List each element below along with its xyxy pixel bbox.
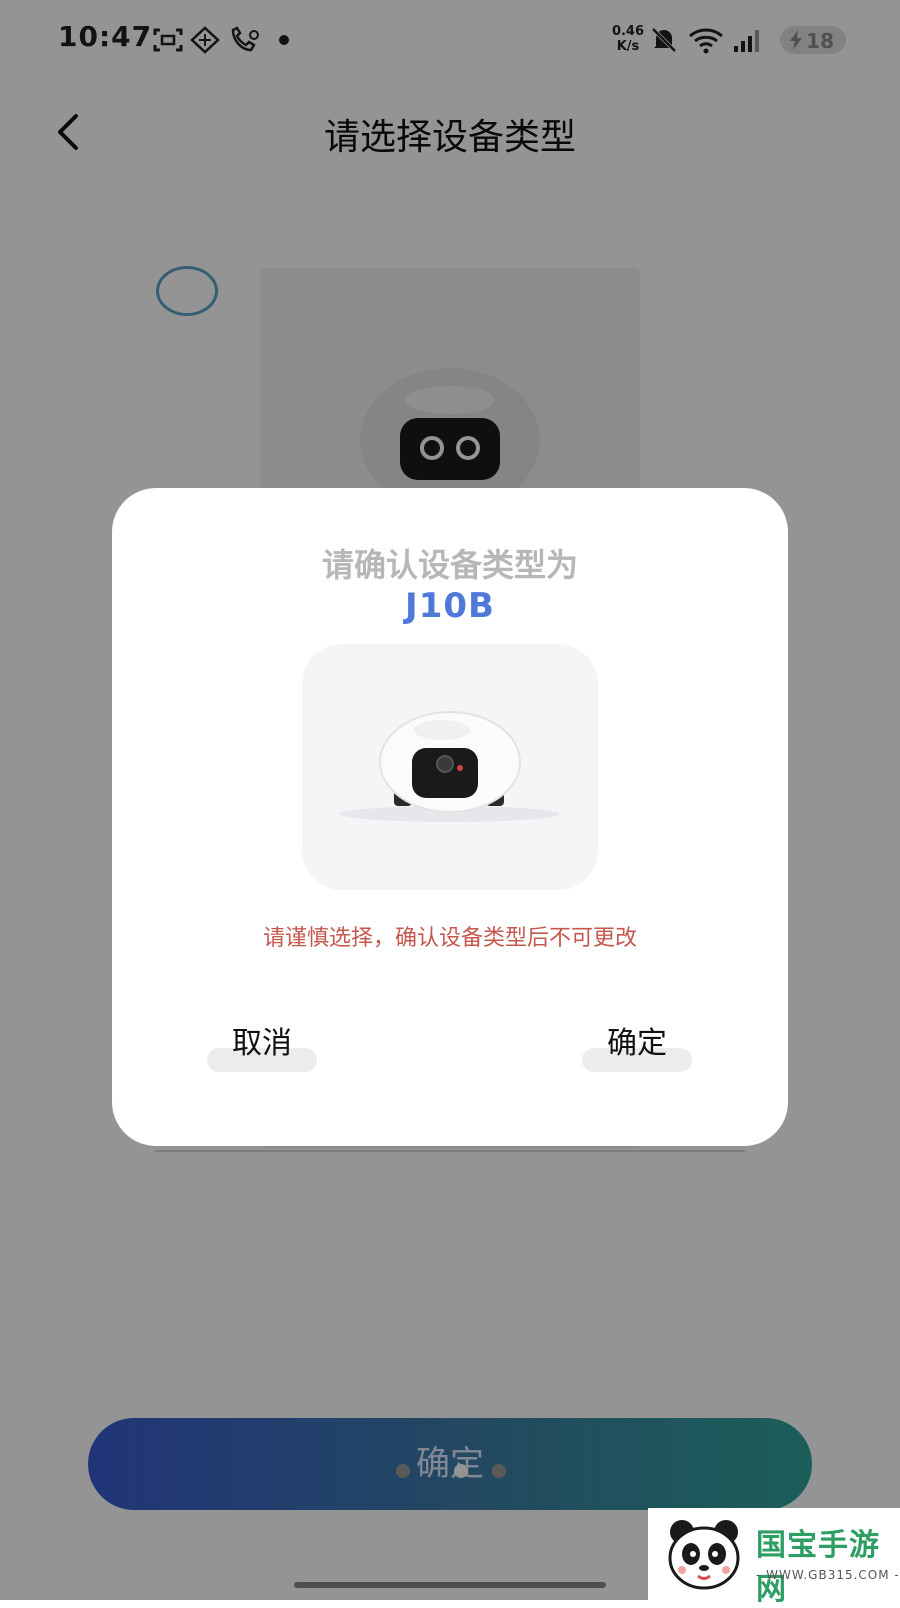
screen: 10:47 0.46 K/s 18 请选择设备类型 确定 请确认设备类型为 J1… xyxy=(0,0,900,1607)
dialog-title: 请确认设备类型为 xyxy=(321,546,578,584)
confirm-device-dialog: 请确认设备类型为 J10B 请谨慎选择，确认设备类型后不可更改 取消 确定 xyxy=(112,488,788,1146)
device-robot-image xyxy=(340,711,560,822)
watermark-url: - WWW.GB315.COM - xyxy=(756,1568,900,1582)
panda-logo-icon xyxy=(668,1520,740,1590)
cancel-label: 取消 xyxy=(232,1026,292,1061)
confirm-dialog-button[interactable]: 确定 xyxy=(582,1018,692,1074)
confirm-label: 确定 xyxy=(607,1026,667,1061)
cancel-button[interactable]: 取消 xyxy=(207,1018,317,1074)
device-model: J10B xyxy=(405,586,495,626)
warning-text: 请谨慎选择，确认设备类型后不可更改 xyxy=(262,926,637,951)
device-preview xyxy=(302,644,598,890)
watermark: 国宝手游网 - WWW.GB315.COM - xyxy=(648,1508,900,1607)
watermark-text: 国宝手游网 xyxy=(756,1528,880,1607)
